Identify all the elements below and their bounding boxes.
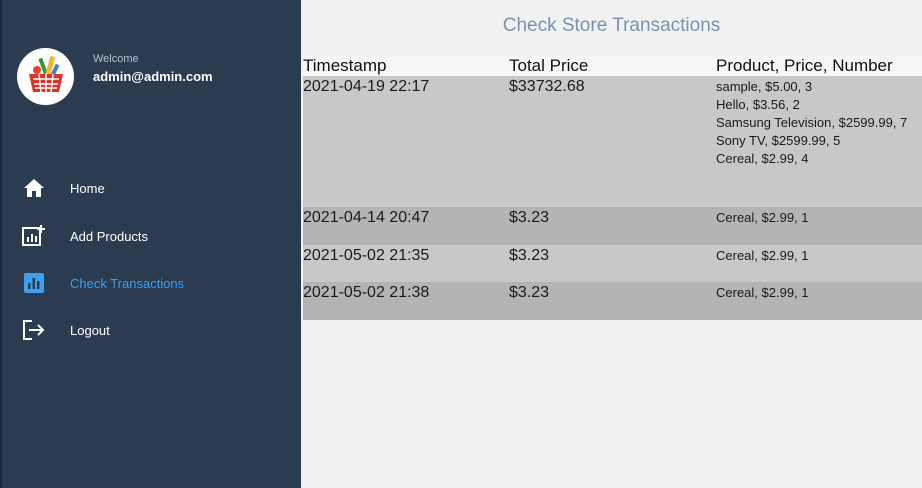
sidebar-item-label: Add Products xyxy=(70,228,149,244)
product-line: Hello, $3.56, 2 xyxy=(716,97,800,112)
product-line: Cereal, $2.99, 1 xyxy=(716,210,809,225)
product-line: Cereal, $2.99, 1 xyxy=(716,285,809,300)
sidebar-item-label: Check Transactions xyxy=(70,275,185,291)
timestamp-cell: 2021-04-19 22:17 xyxy=(303,78,430,95)
product-line: Sony TV, $2599.99, 5 xyxy=(716,133,841,148)
total-price-cell: $33732.68 xyxy=(509,78,585,95)
add-chart-icon xyxy=(22,224,46,248)
sidebar: Welcome admin@admin.com Home Add Product… xyxy=(0,0,301,488)
product-line: Cereal, $2.99, 4 xyxy=(716,151,809,166)
timestamp-cell: 2021-05-02 21:35 xyxy=(303,247,430,264)
product-line: Cereal, $2.99, 1 xyxy=(716,248,809,263)
table-row[interactable]: 2021-04-19 22:17 $33732.68 sample, $5.00… xyxy=(303,76,922,207)
sidebar-item-logout[interactable]: Logout xyxy=(2,310,301,350)
product-line: Samsung Television, $2599.99, 7 xyxy=(716,115,908,130)
product-line: sample, $5.00, 3 xyxy=(716,79,813,94)
table-row[interactable]: 2021-05-02 21:38 $3.23 Cereal, $2.99, 1 xyxy=(303,282,922,320)
sidebar-item-check-transactions[interactable]: Check Transactions xyxy=(2,263,301,303)
products-cell: Cereal, $2.99, 1 xyxy=(716,284,916,302)
sidebar-item-label: Logout xyxy=(70,322,110,338)
sidebar-item-label: Home xyxy=(70,180,105,196)
table-row[interactable]: 2021-04-14 20:47 $3.23 Cereal, $2.99, 1 xyxy=(303,207,922,245)
column-header-timestamp: Timestamp xyxy=(303,56,387,75)
home-icon xyxy=(22,176,46,200)
total-price-cell: $3.23 xyxy=(509,247,550,264)
user-email: admin@admin.com xyxy=(93,69,213,84)
table-header: Timestamp Total Price Product, Price, Nu… xyxy=(303,56,922,76)
timestamp-cell: 2021-04-14 20:47 xyxy=(303,209,430,226)
total-price-cell: $3.23 xyxy=(509,284,550,301)
products-cell: Cereal, $2.99, 1 xyxy=(716,209,916,227)
table-row[interactable]: 2021-05-02 21:35 $3.23 Cereal, $2.99, 1 xyxy=(303,245,922,282)
products-cell: sample, $5.00, 3 Hello, $3.56, 2 Samsung… xyxy=(716,78,916,168)
page-title: Check Store Transactions xyxy=(502,15,721,36)
bar-chart-icon xyxy=(22,271,46,295)
welcome-label: Welcome xyxy=(93,53,139,65)
sidebar-item-home[interactable]: Home xyxy=(2,168,301,208)
products-cell: Cereal, $2.99, 1 xyxy=(716,247,916,265)
sidebar-item-add-products[interactable]: Add Products xyxy=(2,216,301,256)
transactions-table: Timestamp Total Price Product, Price, Nu… xyxy=(303,56,922,320)
logout-icon xyxy=(22,318,46,342)
total-price-cell: $3.23 xyxy=(509,209,550,226)
timestamp-cell: 2021-05-02 21:38 xyxy=(303,284,430,301)
column-header-products: Product, Price, Number xyxy=(716,56,893,75)
column-header-total-price: Total Price xyxy=(509,56,589,75)
store-basket-logo xyxy=(17,48,74,105)
